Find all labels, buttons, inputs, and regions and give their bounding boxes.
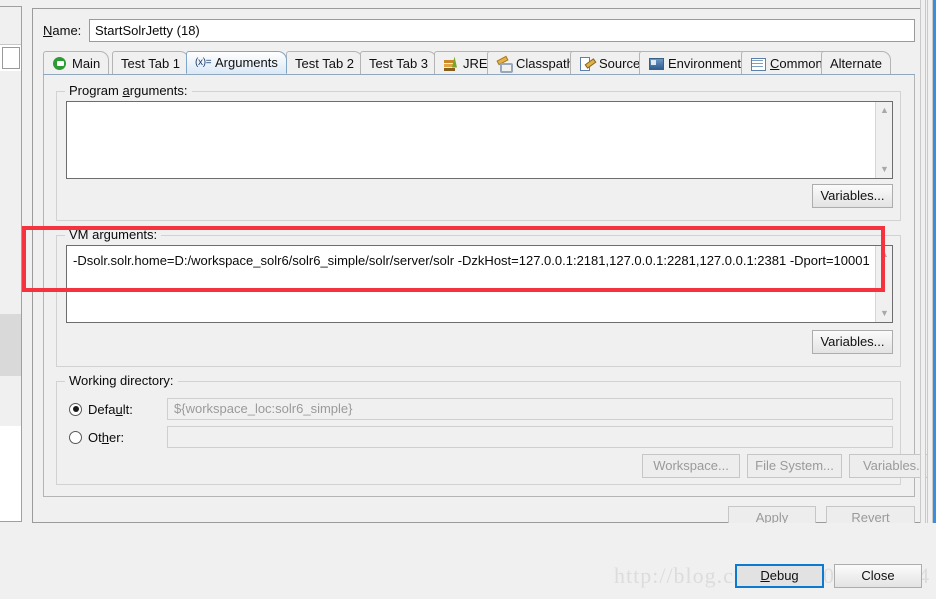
scroll-down-icon[interactable]: ▼ [876,161,892,178]
background-panel-selected-row [0,314,21,376]
tab-test-tab-1[interactable]: Test Tab 1 [112,51,190,74]
tab-source-label: Source [599,55,641,71]
working-directory-default-value: ${workspace_loc:solr6_simple} [167,398,893,420]
tab-environment[interactable]: Environment [639,51,750,74]
background-panel-item [2,47,20,69]
source-pencil-icon [579,56,595,71]
tab-arguments[interactable]: (x)= Arguments [186,51,287,74]
working-directory-group: Working directory: Default: ${workspace_… [56,373,936,485]
debug-button-label: Debug [760,568,799,583]
workspace-button[interactable]: Workspace... [642,454,740,478]
tab-main-label: Main [72,55,101,71]
program-arguments-textarea[interactable]: ▲ ▼ [66,101,893,179]
tab-environment-label: Environment [668,55,741,71]
tab-classpath-label: Classpath [516,55,574,71]
program-arguments-scrollbar[interactable]: ▲ ▼ [875,102,892,178]
tab-jre-label: JRE [463,55,488,71]
dialog-inner-frame: Name: Main Test Tab 1 (x)= Arguments Tes… [32,8,936,530]
tab-test-tab-2[interactable]: Test Tab 2 [286,51,364,74]
tab-common[interactable]: Common [741,51,832,74]
background-panel-body [0,71,21,314]
scroll-down-icon[interactable]: ▼ [876,305,892,322]
working-directory-other-label: Other: [88,429,125,445]
program-arguments-group: Program arguments: ▲ ▼ Variables... [56,83,901,221]
tab-source[interactable]: Source [570,51,650,74]
jre-books-icon [443,56,459,71]
working-directory-variables-label: Variables... [862,458,928,473]
common-window-icon [750,56,766,71]
tab-common-label: Common [770,55,823,71]
working-directory-default-radio-row[interactable]: Default: [69,398,133,420]
dialog-vertical-scrollbar-outer[interactable] [920,0,926,560]
working-directory-other-input[interactable] [167,426,893,448]
vm-arguments-variables-label: Variables... [820,334,885,349]
name-label: Name: [43,23,82,38]
file-system-button-label: File System... [755,458,834,473]
classpath-icon [496,56,513,73]
working-directory-legend: Working directory: [65,373,178,388]
background-panel-lower [0,376,21,426]
debug-button[interactable]: Debug [735,564,824,588]
working-directory-other-radio-row[interactable]: Other: [69,426,124,448]
tab-strip: Main Test Tab 1 (x)= Arguments Test Tab … [43,51,915,75]
background-panel-toolbar [0,7,21,45]
tab-classpath[interactable]: Classpath [487,51,583,74]
program-arguments-legend: Program arguments: [65,83,192,98]
vm-arguments-group: VM arguments: -Dsolr.solr.home=D:/worksp… [56,227,901,367]
vm-arguments-scrollbar[interactable]: ▲ ▼ [875,246,892,322]
vm-arguments-textarea[interactable]: -Dsolr.solr.home=D:/workspace_solr6/solr… [66,245,893,323]
dialog-body: Name: Main Test Tab 1 (x)= Arguments Tes… [22,0,936,560]
configuration-name-input[interactable] [89,19,915,42]
green-circle-icon [52,56,68,71]
file-system-button[interactable]: File System... [747,454,842,478]
variable-xy-icon: (x)= [195,57,212,68]
tab-main[interactable]: Main [43,51,110,74]
environment-monitor-icon [648,56,664,71]
scroll-up-icon[interactable]: ▲ [876,102,892,119]
name-row: Name: [43,19,915,43]
tab-test-tab-2-label: Test Tab 2 [295,55,355,71]
workspace-button-label: Workspace... [653,458,729,473]
working-directory-default-radio[interactable] [69,402,82,416]
working-directory-default-label: Default: [88,401,133,417]
arguments-tab-page: Program arguments: ▲ ▼ Variables... VM a… [43,75,936,497]
working-directory-other-radio[interactable] [69,430,82,444]
close-button-label: Close [861,568,895,583]
tab-alternate-label: Alternate [830,55,883,71]
tab-test-tab-3-label: Test Tab 3 [369,55,429,71]
program-arguments-variables-button[interactable]: Variables... [812,184,893,208]
tab-arguments-label: Arguments [215,55,278,70]
tab-test-tab-1-label: Test Tab 1 [121,55,181,71]
tab-alternate[interactable]: Alternate [821,51,892,74]
vm-arguments-variables-button[interactable]: Variables... [812,330,893,354]
program-arguments-variables-label: Variables... [820,188,885,203]
scroll-up-icon[interactable]: ▲ [876,246,892,263]
run-configuration-dialog: Name: Main Test Tab 1 (x)= Arguments Tes… [0,0,936,599]
background-panel-sliver [0,6,22,522]
vm-arguments-value: -Dsolr.solr.home=D:/workspace_solr6/solr… [73,253,870,268]
tab-test-tab-3[interactable]: Test Tab 3 [360,51,438,74]
vm-arguments-legend: VM arguments: [65,227,162,242]
close-button[interactable]: Close [834,564,922,588]
